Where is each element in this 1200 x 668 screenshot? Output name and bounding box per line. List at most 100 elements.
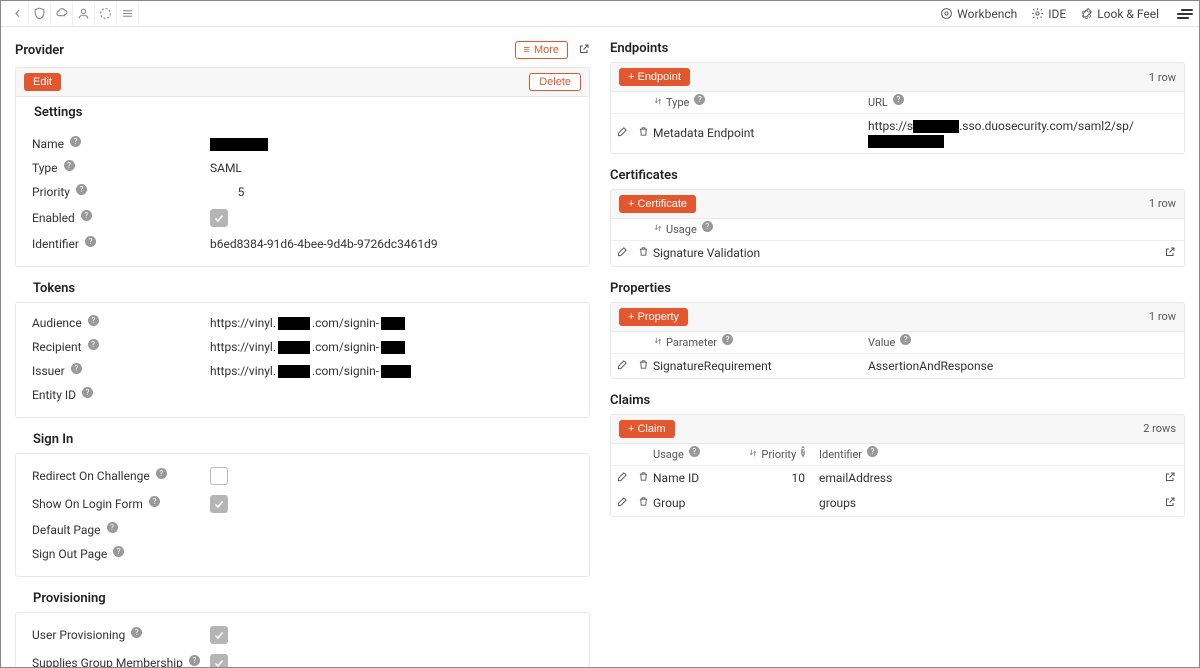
table-row: Name ID 10 emailAddress [611,466,1184,491]
help-icon[interactable] [88,315,99,326]
help-icon[interactable] [900,334,911,345]
certificates-toolbar: + Certificate 1 row [610,189,1185,218]
loading-icon[interactable] [95,3,117,25]
claims-rowcount: 2 rows [1143,422,1176,435]
add-certificate-button[interactable]: + Certificate [619,195,696,213]
add-claim-button[interactable]: + Claim [619,420,675,438]
help-icon[interactable] [113,546,124,557]
certificates-title: Certificates [610,168,1185,183]
trash-icon[interactable] [638,496,649,510]
edit-icon[interactable] [617,126,628,140]
enabled-checkbox [210,209,228,227]
help-icon[interactable] [801,446,805,457]
lookfeel-link[interactable]: Look & Feel [1080,7,1159,21]
cloud-icon[interactable] [51,3,73,25]
table-row: Signature Validation [611,241,1184,266]
shield-icon[interactable] [29,3,51,25]
endpoint-type: Metadata Endpoint [653,126,868,140]
properties-title: Properties [610,281,1185,296]
supplies-label: Supplies Group Membership [32,656,183,667]
priority-value: 5 [210,185,573,199]
external-link-icon[interactable] [1164,246,1176,261]
workbench-link[interactable]: Workbench [940,7,1017,21]
edit-icon[interactable] [617,471,628,485]
provider-header: Provider More [15,41,590,59]
help-icon[interactable] [702,221,713,232]
trash-icon[interactable] [638,471,649,485]
help-icon[interactable] [694,94,705,105]
help-icon[interactable] [64,160,75,171]
help-icon[interactable] [189,655,200,666]
col-type[interactable]: Type [666,96,689,109]
person-icon[interactable] [73,3,95,25]
edit-icon[interactable] [617,496,628,510]
help-icon[interactable] [82,387,93,398]
recipient-value: https://vinyl..com/signin- [210,340,573,354]
col-usage[interactable]: Usage [666,223,697,236]
signoutpage-label: Sign Out Page [32,547,107,561]
help-icon[interactable] [107,522,118,533]
table-row: Group groups [611,491,1184,516]
menu-icon[interactable] [1177,9,1193,19]
help-icon[interactable] [76,184,87,195]
issuer-value: https://vinyl..com/signin- [210,364,573,378]
audience-value: https://vinyl..com/signin- [210,316,573,330]
help-icon[interactable] [867,446,878,457]
help-icon[interactable] [71,363,82,374]
issuer-label: Issuer [32,364,65,378]
help-icon[interactable] [689,446,700,457]
claims-toolbar: + Claim 2 rows [610,414,1185,443]
col-param[interactable]: Parameter [666,336,717,349]
external-link-icon[interactable] [1164,471,1176,486]
entityid-label: Entity ID [32,388,76,402]
sort-icon[interactable] [653,223,663,236]
popout-icon[interactable] [578,43,590,58]
edit-button[interactable]: Edit [24,73,61,91]
help-icon[interactable] [88,339,99,350]
col-priority[interactable]: Priority [761,448,796,461]
sort-icon[interactable] [653,336,663,349]
ide-link[interactable]: IDE [1031,7,1066,21]
help-icon[interactable] [722,334,733,345]
edit-icon[interactable] [617,246,628,260]
back-icon[interactable] [7,3,29,25]
help-icon[interactable] [893,94,904,105]
signin-title: Sign In [15,432,590,453]
showlogin-label: Show On Login Form [32,497,143,511]
endpoints-rowcount: 1 row [1149,71,1176,84]
external-link-icon[interactable] [1164,496,1176,511]
trash-icon[interactable] [638,246,649,260]
add-endpoint-button[interactable]: + Endpoint [619,68,690,86]
claim-identifier: emailAddress [813,471,1164,485]
col-url[interactable]: URL [868,96,888,109]
help-icon[interactable] [149,496,160,507]
supplies-checkbox [210,654,228,667]
help-icon[interactable] [85,236,96,247]
more-button[interactable]: More [515,41,568,59]
trash-icon[interactable] [638,359,649,373]
identifier-label: Identifier [32,237,79,251]
delete-button[interactable]: Delete [529,73,581,91]
endpoint-url: https://s.sso.duosecurity.com/saml2/sp/ [868,119,1176,148]
cert-usage: Signature Validation [653,246,1164,260]
settings-title: Settings [16,97,589,124]
help-icon[interactable] [156,468,167,479]
type-value: SAML [210,161,573,175]
lines-icon[interactable] [117,3,139,25]
properties-toolbar: + Property 1 row [610,302,1185,331]
sort-icon[interactable] [748,448,758,461]
col-usage[interactable]: Usage [653,448,684,461]
name-value [210,138,573,151]
add-property-button[interactable]: + Property [619,308,688,326]
col-identifier[interactable]: Identifier [819,448,862,461]
help-icon[interactable] [81,210,92,221]
sort-icon[interactable] [653,96,663,109]
edit-icon[interactable] [617,359,628,373]
trash-icon[interactable] [638,126,649,140]
help-icon[interactable] [131,627,142,638]
help-icon[interactable] [70,136,81,147]
claim-usage: Group [653,496,765,510]
type-label: Type [32,161,58,175]
col-value[interactable]: Value [868,336,895,349]
table-row: Metadata Endpoint https://s.sso.duosecur… [611,114,1184,153]
